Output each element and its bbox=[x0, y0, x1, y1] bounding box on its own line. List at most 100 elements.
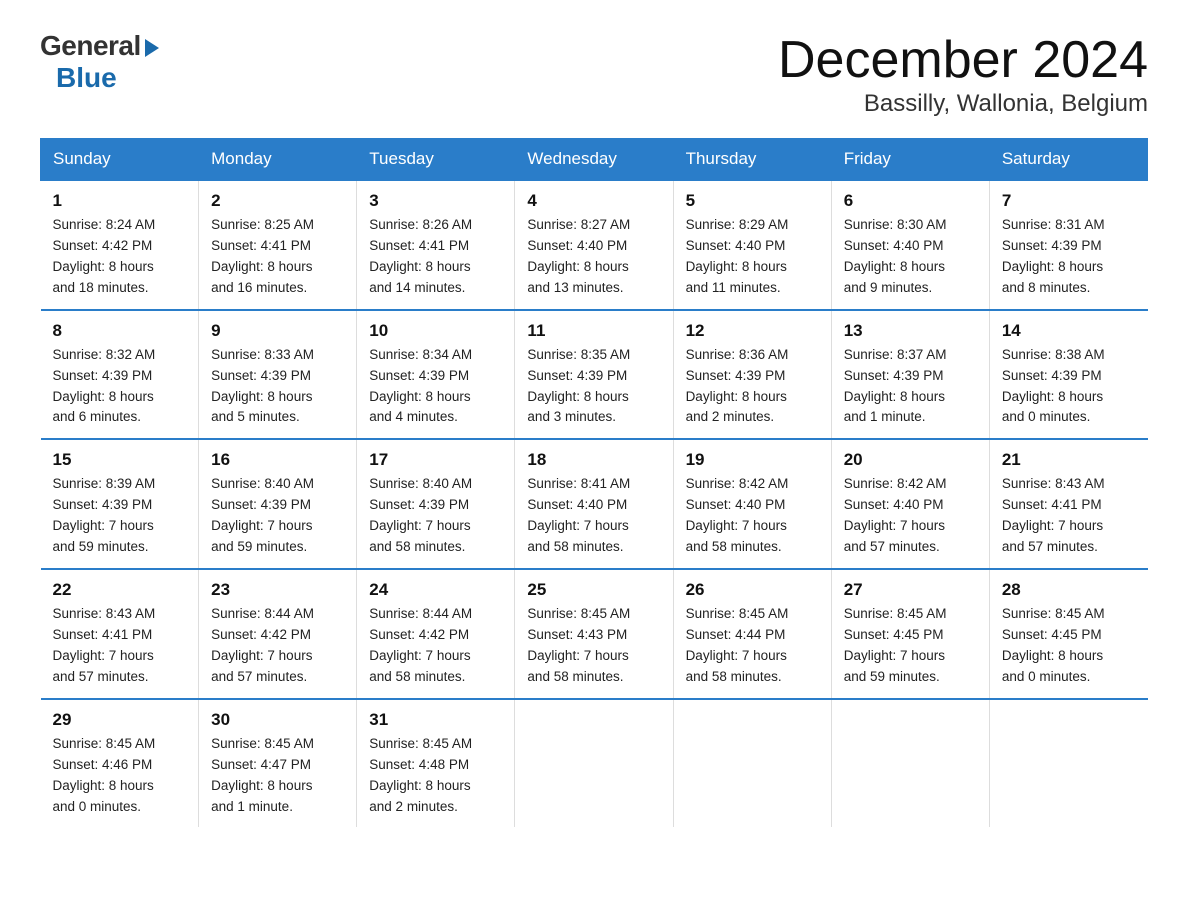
week-row-3: 15 Sunrise: 8:39 AM Sunset: 4:39 PM Dayli… bbox=[41, 439, 1148, 569]
day-cell: 2 Sunrise: 8:25 AM Sunset: 4:41 PM Daylig… bbox=[199, 180, 357, 310]
day-number: 30 bbox=[211, 710, 344, 730]
day-cell: 11 Sunrise: 8:35 AM Sunset: 4:39 PM Dayli… bbox=[515, 310, 673, 440]
day-cell: 20Sunrise: 8:42 AM Sunset: 4:40 PM Dayli… bbox=[831, 439, 989, 569]
day-info: Sunrise: 8:43 AM Sunset: 4:41 PM Dayligh… bbox=[53, 604, 187, 688]
day-info: Sunrise: 8:30 AM Sunset: 4:40 PM Dayligh… bbox=[844, 215, 977, 299]
header-cell-saturday: Saturday bbox=[989, 139, 1147, 181]
day-info: Sunrise: 8:31 AM Sunset: 4:39 PM Dayligh… bbox=[1002, 215, 1136, 299]
page-header: General Blue December 2024 Bassilly, Wal… bbox=[40, 30, 1148, 118]
calendar-body: 1 Sunrise: 8:24 AM Sunset: 4:42 PM Daylig… bbox=[41, 180, 1148, 827]
day-info: Sunrise: 8:33 AM Sunset: 4:39 PM Dayligh… bbox=[211, 345, 344, 429]
day-number: 9 bbox=[211, 321, 344, 341]
day-number: 11 bbox=[527, 321, 660, 341]
day-info: Sunrise: 8:44 AM Sunset: 4:42 PM Dayligh… bbox=[369, 604, 502, 688]
day-cell: 29Sunrise: 8:45 AM Sunset: 4:46 PM Dayli… bbox=[41, 699, 199, 828]
day-info: Sunrise: 8:42 AM Sunset: 4:40 PM Dayligh… bbox=[686, 474, 819, 558]
day-cell: 4Sunrise: 8:27 AM Sunset: 4:40 PM Daylig… bbox=[515, 180, 673, 310]
day-number: 19 bbox=[686, 450, 819, 470]
day-number: 16 bbox=[211, 450, 344, 470]
day-cell: 17Sunrise: 8:40 AM Sunset: 4:39 PM Dayli… bbox=[357, 439, 515, 569]
header-cell-thursday: Thursday bbox=[673, 139, 831, 181]
day-info: Sunrise: 8:29 AM Sunset: 4:40 PM Dayligh… bbox=[686, 215, 819, 299]
day-info: Sunrise: 8:25 AM Sunset: 4:41 PM Dayligh… bbox=[211, 215, 344, 299]
day-info: Sunrise: 8:24 AM Sunset: 4:42 PM Dayligh… bbox=[53, 215, 187, 299]
week-row-2: 8Sunrise: 8:32 AM Sunset: 4:39 PM Daylig… bbox=[41, 310, 1148, 440]
day-number: 15 bbox=[53, 450, 187, 470]
day-cell: 3 Sunrise: 8:26 AM Sunset: 4:41 PM Daylig… bbox=[357, 180, 515, 310]
day-info: Sunrise: 8:36 AM Sunset: 4:39 PM Dayligh… bbox=[686, 345, 819, 429]
day-info: Sunrise: 8:39 AM Sunset: 4:39 PM Dayligh… bbox=[53, 474, 187, 558]
day-number: 12 bbox=[686, 321, 819, 341]
day-info: Sunrise: 8:37 AM Sunset: 4:39 PM Dayligh… bbox=[844, 345, 977, 429]
calendar-header: SundayMondayTuesdayWednesdayThursdayFrid… bbox=[41, 139, 1148, 181]
day-cell: 21Sunrise: 8:43 AM Sunset: 4:41 PM Dayli… bbox=[989, 439, 1147, 569]
logo: General Blue bbox=[40, 30, 159, 94]
day-info: Sunrise: 8:45 AM Sunset: 4:47 PM Dayligh… bbox=[211, 734, 344, 818]
day-number: 6 bbox=[844, 191, 977, 211]
day-cell: 28Sunrise: 8:45 AM Sunset: 4:45 PM Dayli… bbox=[989, 569, 1147, 699]
day-info: Sunrise: 8:43 AM Sunset: 4:41 PM Dayligh… bbox=[1002, 474, 1136, 558]
month-title: December 2024 bbox=[778, 30, 1148, 90]
day-cell bbox=[831, 699, 989, 828]
day-cell: 25 Sunrise: 8:45 AM Sunset: 4:43 PM Dayli… bbox=[515, 569, 673, 699]
week-row-4: 22 Sunrise: 8:43 AM Sunset: 4:41 PM Dayli… bbox=[41, 569, 1148, 699]
day-number: 14 bbox=[1002, 321, 1136, 341]
day-info: Sunrise: 8:45 AM Sunset: 4:45 PM Dayligh… bbox=[844, 604, 977, 688]
day-number: 28 bbox=[1002, 580, 1136, 600]
day-number: 20 bbox=[844, 450, 977, 470]
day-cell bbox=[989, 699, 1147, 828]
day-info: Sunrise: 8:45 AM Sunset: 4:44 PM Dayligh… bbox=[686, 604, 819, 688]
day-number: 27 bbox=[844, 580, 977, 600]
day-info: Sunrise: 8:44 AM Sunset: 4:42 PM Dayligh… bbox=[211, 604, 344, 688]
day-number: 1 bbox=[53, 191, 187, 211]
day-cell: 26 Sunrise: 8:45 AM Sunset: 4:44 PM Dayli… bbox=[673, 569, 831, 699]
week-row-1: 1 Sunrise: 8:24 AM Sunset: 4:42 PM Daylig… bbox=[41, 180, 1148, 310]
day-number: 2 bbox=[211, 191, 344, 211]
day-info: Sunrise: 8:40 AM Sunset: 4:39 PM Dayligh… bbox=[369, 474, 502, 558]
header-cell-monday: Monday bbox=[199, 139, 357, 181]
day-number: 26 bbox=[686, 580, 819, 600]
day-cell: 27 Sunrise: 8:45 AM Sunset: 4:45 PM Dayli… bbox=[831, 569, 989, 699]
day-cell bbox=[673, 699, 831, 828]
header-row: SundayMondayTuesdayWednesdayThursdayFrid… bbox=[41, 139, 1148, 181]
day-cell: 12 Sunrise: 8:36 AM Sunset: 4:39 PM Dayli… bbox=[673, 310, 831, 440]
day-info: Sunrise: 8:34 AM Sunset: 4:39 PM Dayligh… bbox=[369, 345, 502, 429]
day-info: Sunrise: 8:45 AM Sunset: 4:46 PM Dayligh… bbox=[53, 734, 187, 818]
day-number: 25 bbox=[527, 580, 660, 600]
day-number: 13 bbox=[844, 321, 977, 341]
day-cell: 14 Sunrise: 8:38 AM Sunset: 4:39 PM Dayli… bbox=[989, 310, 1147, 440]
day-number: 23 bbox=[211, 580, 344, 600]
day-cell: 5 Sunrise: 8:29 AM Sunset: 4:40 PM Daylig… bbox=[673, 180, 831, 310]
day-info: Sunrise: 8:40 AM Sunset: 4:39 PM Dayligh… bbox=[211, 474, 344, 558]
day-cell: 24 Sunrise: 8:44 AM Sunset: 4:42 PM Dayli… bbox=[357, 569, 515, 699]
day-number: 5 bbox=[686, 191, 819, 211]
day-info: Sunrise: 8:27 AM Sunset: 4:40 PM Dayligh… bbox=[527, 215, 660, 299]
day-info: Sunrise: 8:45 AM Sunset: 4:48 PM Dayligh… bbox=[369, 734, 502, 818]
logo-arrow-icon bbox=[145, 39, 159, 57]
calendar-table: SundayMondayTuesdayWednesdayThursdayFrid… bbox=[40, 138, 1148, 827]
day-number: 7 bbox=[1002, 191, 1136, 211]
day-cell: 22 Sunrise: 8:43 AM Sunset: 4:41 PM Dayli… bbox=[41, 569, 199, 699]
day-cell: 19 Sunrise: 8:42 AM Sunset: 4:40 PM Dayli… bbox=[673, 439, 831, 569]
logo-blue-text: Blue bbox=[56, 62, 117, 94]
day-cell: 31Sunrise: 8:45 AM Sunset: 4:48 PM Dayli… bbox=[357, 699, 515, 828]
day-cell: 10Sunrise: 8:34 AM Sunset: 4:39 PM Dayli… bbox=[357, 310, 515, 440]
day-info: Sunrise: 8:26 AM Sunset: 4:41 PM Dayligh… bbox=[369, 215, 502, 299]
day-cell: 7 Sunrise: 8:31 AM Sunset: 4:39 PM Daylig… bbox=[989, 180, 1147, 310]
day-cell: 30 Sunrise: 8:45 AM Sunset: 4:47 PM Dayli… bbox=[199, 699, 357, 828]
location-title: Bassilly, Wallonia, Belgium bbox=[778, 90, 1148, 118]
week-row-5: 29Sunrise: 8:45 AM Sunset: 4:46 PM Dayli… bbox=[41, 699, 1148, 828]
day-cell bbox=[515, 699, 673, 828]
day-info: Sunrise: 8:35 AM Sunset: 4:39 PM Dayligh… bbox=[527, 345, 660, 429]
day-cell: 18Sunrise: 8:41 AM Sunset: 4:40 PM Dayli… bbox=[515, 439, 673, 569]
day-number: 24 bbox=[369, 580, 502, 600]
day-info: Sunrise: 8:41 AM Sunset: 4:40 PM Dayligh… bbox=[527, 474, 660, 558]
day-info: Sunrise: 8:38 AM Sunset: 4:39 PM Dayligh… bbox=[1002, 345, 1136, 429]
day-info: Sunrise: 8:45 AM Sunset: 4:43 PM Dayligh… bbox=[527, 604, 660, 688]
day-cell: 8Sunrise: 8:32 AM Sunset: 4:39 PM Daylig… bbox=[41, 310, 199, 440]
header-cell-friday: Friday bbox=[831, 139, 989, 181]
day-number: 22 bbox=[53, 580, 187, 600]
day-number: 3 bbox=[369, 191, 502, 211]
day-info: Sunrise: 8:32 AM Sunset: 4:39 PM Dayligh… bbox=[53, 345, 187, 429]
day-cell: 16 Sunrise: 8:40 AM Sunset: 4:39 PM Dayli… bbox=[199, 439, 357, 569]
